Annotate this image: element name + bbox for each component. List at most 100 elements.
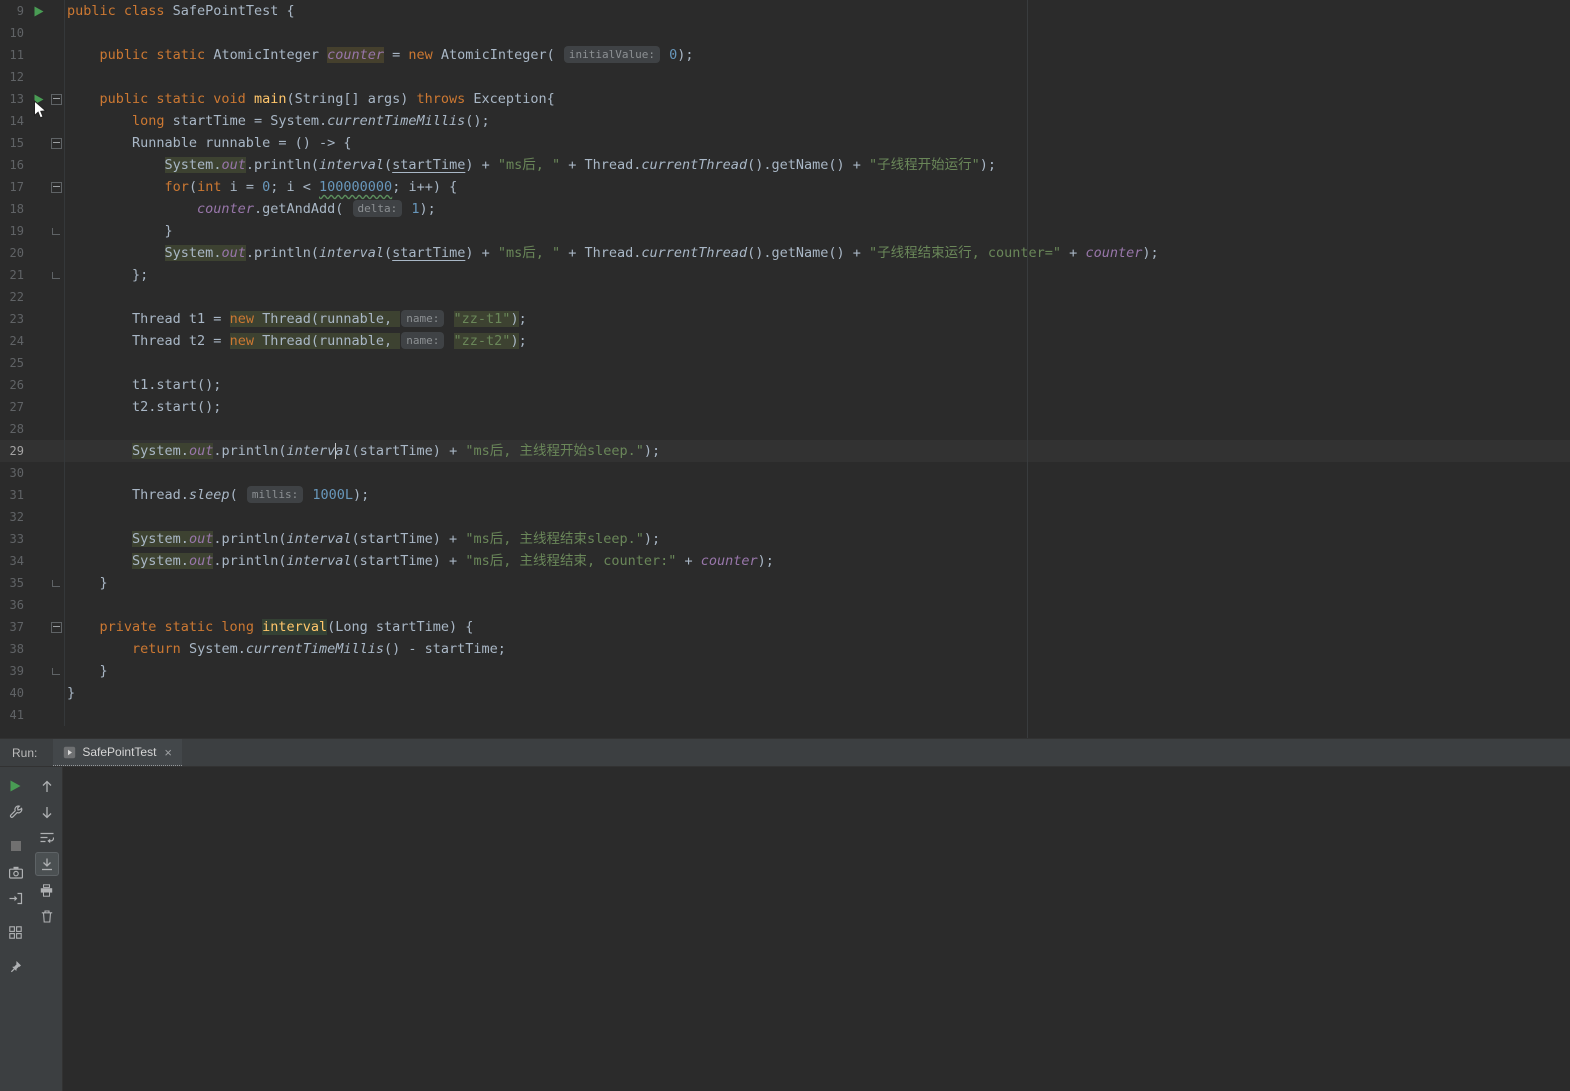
- line-number[interactable]: 33: [0, 528, 30, 550]
- code-line[interactable]: 19 }: [0, 220, 1570, 242]
- rerun-button[interactable]: [4, 774, 28, 798]
- gutter-space: [30, 704, 48, 726]
- code-line[interactable]: 32: [0, 506, 1570, 528]
- line-number[interactable]: 14: [0, 110, 30, 132]
- line-number[interactable]: 38: [0, 638, 30, 660]
- line-number[interactable]: 17: [0, 176, 30, 198]
- code-line[interactable]: 10: [0, 22, 1570, 44]
- code-line[interactable]: 21 };: [0, 264, 1570, 286]
- fold-end-icon[interactable]: [48, 264, 65, 286]
- code-line[interactable]: 31 Thread.sleep( millis: 1000L);: [0, 484, 1570, 506]
- code-line[interactable]: 9 public class SafePointTest {: [0, 0, 1570, 22]
- gutter-space: [30, 418, 48, 440]
- restore-layout-button[interactable]: [4, 886, 28, 910]
- line-number[interactable]: 9: [0, 0, 30, 22]
- up-stack-trace-button[interactable]: [35, 774, 59, 798]
- gutter-space: [30, 66, 48, 88]
- line-number[interactable]: 13: [0, 88, 30, 110]
- build-and-restart-button[interactable]: [4, 800, 28, 824]
- console-layout-button[interactable]: [4, 920, 28, 944]
- line-number[interactable]: 25: [0, 352, 30, 374]
- line-number[interactable]: 34: [0, 550, 30, 572]
- close-tab-icon[interactable]: ×: [164, 746, 172, 759]
- line-number[interactable]: 31: [0, 484, 30, 506]
- code-line[interactable]: 16 System.out.println(interval(startTime…: [0, 154, 1570, 176]
- code-line[interactable]: 25: [0, 352, 1570, 374]
- code-line[interactable]: 15 Runnable runnable = () -> {: [0, 132, 1570, 154]
- code-line[interactable]: 14 long startTime = System.currentTimeMi…: [0, 110, 1570, 132]
- pin-tab-button[interactable]: [4, 954, 28, 978]
- soft-wrap-button[interactable]: [35, 826, 59, 850]
- line-number[interactable]: 27: [0, 396, 30, 418]
- print-button[interactable]: [35, 878, 59, 902]
- code-line[interactable]: 18 counter.getAndAdd( delta: 1);: [0, 198, 1570, 220]
- code-line[interactable]: 30: [0, 462, 1570, 484]
- line-number[interactable]: 18: [0, 198, 30, 220]
- fold-end-icon[interactable]: [48, 572, 65, 594]
- code-line[interactable]: 41: [0, 704, 1570, 726]
- line-number[interactable]: 41: [0, 704, 30, 726]
- line-number[interactable]: 26: [0, 374, 30, 396]
- line-number[interactable]: 12: [0, 66, 30, 88]
- run-tab-label: SafePointTest: [82, 745, 156, 759]
- line-number[interactable]: 15: [0, 132, 30, 154]
- line-number[interactable]: 24: [0, 330, 30, 352]
- line-number[interactable]: 22: [0, 286, 30, 308]
- fold-end-icon[interactable]: [48, 220, 65, 242]
- run-tab[interactable]: SafePointTest ×: [53, 739, 182, 766]
- code-line[interactable]: 27 t2.start();: [0, 396, 1570, 418]
- stop-button[interactable]: [4, 834, 28, 858]
- code-line[interactable]: 33 System.out.println(interval(startTime…: [0, 528, 1570, 550]
- code-line[interactable]: 34 System.out.println(interval(startTime…: [0, 550, 1570, 572]
- code-line[interactable]: 12: [0, 66, 1570, 88]
- line-number[interactable]: 21: [0, 264, 30, 286]
- run-gutter-icon[interactable]: [30, 0, 48, 22]
- down-stack-trace-button[interactable]: [35, 800, 59, 824]
- code-line[interactable]: 28: [0, 418, 1570, 440]
- scroll-to-end-button[interactable]: [35, 852, 59, 876]
- code-text: public class SafePointTest {: [67, 0, 295, 22]
- code-line[interactable]: 22: [0, 286, 1570, 308]
- code-line[interactable]: 11 public static AtomicInteger counter =…: [0, 44, 1570, 66]
- line-number[interactable]: 16: [0, 154, 30, 176]
- gutter-space: [30, 242, 48, 264]
- fold-collapse-icon[interactable]: [48, 132, 65, 154]
- code-line[interactable]: 13 public static void main(String[] args…: [0, 88, 1570, 110]
- line-number[interactable]: 10: [0, 22, 30, 44]
- code-line[interactable]: 29 System.out.println(interval(startTime…: [0, 440, 1570, 462]
- fold-collapse-icon[interactable]: [48, 176, 65, 198]
- code-line[interactable]: 20 System.out.println(interval(startTime…: [0, 242, 1570, 264]
- line-number[interactable]: 37: [0, 616, 30, 638]
- fold-collapse-icon[interactable]: [48, 88, 65, 110]
- code-line[interactable]: 37 private static long interval(Long sta…: [0, 616, 1570, 638]
- code-line[interactable]: 39 }: [0, 660, 1570, 682]
- line-number[interactable]: 32: [0, 506, 30, 528]
- line-number[interactable]: 39: [0, 660, 30, 682]
- code-line[interactable]: 26 t1.start();: [0, 374, 1570, 396]
- thread-dump-button[interactable]: [4, 860, 28, 884]
- line-number[interactable]: 35: [0, 572, 30, 594]
- line-number[interactable]: 40: [0, 682, 30, 704]
- code-line[interactable]: 36: [0, 594, 1570, 616]
- code-line[interactable]: 40}: [0, 682, 1570, 704]
- line-number[interactable]: 28: [0, 418, 30, 440]
- line-number[interactable]: 19: [0, 220, 30, 242]
- code-line[interactable]: 24 Thread t2 = new Thread(runnable, name…: [0, 330, 1570, 352]
- line-number[interactable]: 29: [0, 440, 30, 462]
- run-gutter-icon[interactable]: [30, 88, 48, 110]
- fold-end-icon[interactable]: [48, 660, 65, 682]
- console-output[interactable]: [62, 767, 1570, 1091]
- clear-all-button[interactable]: [35, 904, 59, 928]
- code-line[interactable]: 17 for(int i = 0; i < 100000000; i++) {: [0, 176, 1570, 198]
- code-line[interactable]: 35 }: [0, 572, 1570, 594]
- code-editor[interactable]: 9 public class SafePointTest { 1011 public…: [0, 0, 1570, 738]
- line-number[interactable]: 23: [0, 308, 30, 330]
- gutter-space: [48, 506, 65, 528]
- code-line[interactable]: 23 Thread t1 = new Thread(runnable, name…: [0, 308, 1570, 330]
- code-line[interactable]: 38 return System.currentTimeMillis() - s…: [0, 638, 1570, 660]
- line-number[interactable]: 36: [0, 594, 30, 616]
- line-number[interactable]: 20: [0, 242, 30, 264]
- line-number[interactable]: 11: [0, 44, 30, 66]
- fold-collapse-icon[interactable]: [48, 616, 65, 638]
- line-number[interactable]: 30: [0, 462, 30, 484]
